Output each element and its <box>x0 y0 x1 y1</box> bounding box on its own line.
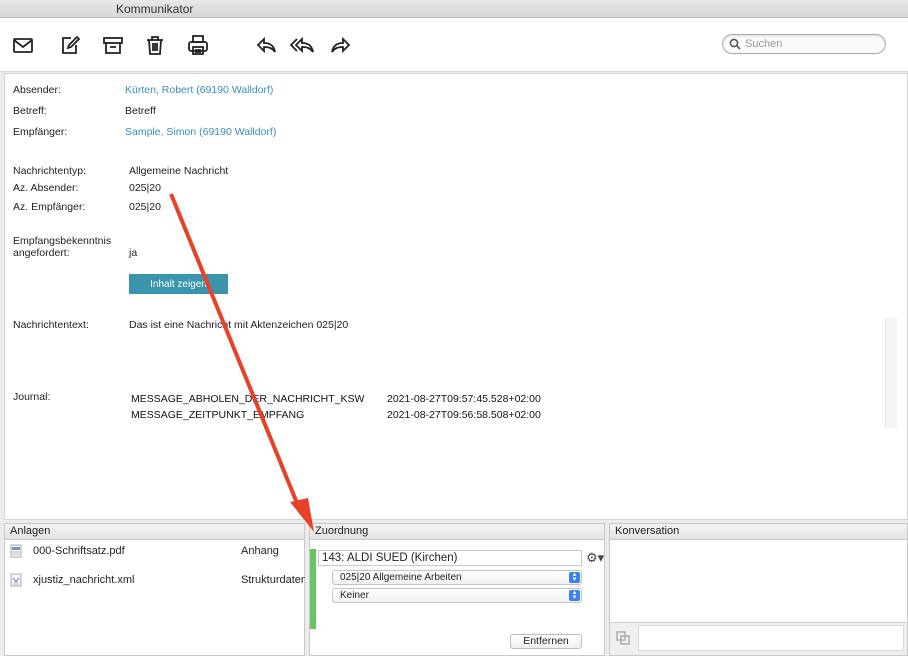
attachment-row[interactable]: xjustiz_nachricht.xml Strukturdaten <box>5 572 305 590</box>
az-empfaenger-value: 025|20 <box>129 201 161 213</box>
search-input[interactable] <box>745 36 881 52</box>
attachment-name: xjustiz_nachricht.xml <box>33 574 135 586</box>
nachrichtentext-label: Nachrichtentext: <box>13 319 89 331</box>
aktenzeichen-select-value: 025|20 Allgemeine Arbeiten <box>340 572 462 583</box>
conversation-footer <box>610 622 907 655</box>
absender-link[interactable]: Kürten, Robert (69190 Walldorf) <box>125 84 273 96</box>
print-icon[interactable] <box>186 33 210 57</box>
inhalt-zeigen-button[interactable]: Inhalt zeigen <box>129 274 228 294</box>
zuordnung-panel: Zuordnung 143: ALDI SUED (Kirchen) ⚙▾ 02… <box>309 523 605 656</box>
journal-label: Journal: <box>13 391 51 403</box>
select-stepper-icon: ▴ ▾ <box>569 589 580 601</box>
az-empfaenger-label: Az. Empfänger: <box>13 201 86 213</box>
akte-field[interactable]: 143: ALDI SUED (Kirchen) <box>318 550 582 566</box>
second-select-value: Keiner <box>340 590 369 601</box>
journal-message: MESSAGE_ABHOLEN_DER_NACHRICHT_KSW <box>131 393 365 405</box>
conversation-area <box>610 541 907 621</box>
absender-label: Absender: <box>13 84 61 96</box>
nachrichtentyp-label: Nachrichtentyp: <box>13 165 86 177</box>
select-stepper-icon: ▴ ▾ <box>569 571 580 583</box>
second-select[interactable]: Keiner ▴ ▾ <box>332 588 582 603</box>
forward-icon[interactable] <box>329 33 353 57</box>
window-title: Kommunikator <box>116 2 194 16</box>
gear-icon[interactable]: ⚙▾ <box>586 550 604 566</box>
search-icon <box>729 38 741 50</box>
xml-file-icon <box>10 573 22 587</box>
message-detail: Absender: Kürten, Robert (69190 Walldorf… <box>4 73 908 520</box>
az-absender-value: 025|20 <box>129 182 161 194</box>
bekenntnis-value: ja <box>129 247 138 259</box>
reply-icon[interactable] <box>254 33 278 57</box>
assignment-status-bar <box>310 549 316 629</box>
title-bar: Kommunikator <box>0 0 908 18</box>
attachment-type: Anhang <box>241 545 279 557</box>
konversation-header: Konversation <box>610 524 907 540</box>
journal-timestamp: 2021-08-27T09:56:58.508+02:00 <box>387 409 541 421</box>
nachrichtentyp-value: Allgemeine Nachricht <box>129 165 229 177</box>
compose-icon[interactable] <box>58 33 82 57</box>
anlagen-header: Anlagen <box>5 524 304 540</box>
entfernen-button[interactable]: Entfernen <box>510 634 582 649</box>
journal-timestamp: 2021-08-27T09:57:45.528+02:00 <box>387 393 541 405</box>
zuordnung-header: Zuordnung <box>310 524 604 540</box>
archive-icon[interactable] <box>101 33 125 57</box>
envelope-icon[interactable] <box>11 33 35 57</box>
journal-message: MESSAGE_ZEITPUNKT_EMPFANG <box>131 409 305 421</box>
reply-all-icon[interactable] <box>288 33 316 57</box>
konversation-panel: Konversation <box>609 523 908 656</box>
conversation-input[interactable] <box>638 625 904 651</box>
nachrichtentext-scrollbar[interactable] <box>885 318 897 428</box>
attachment-row[interactable]: 000-Schriftsatz.pdf Anhang <box>5 543 305 561</box>
copy-icon[interactable] <box>616 631 630 645</box>
pdf-file-icon <box>10 544 22 558</box>
toolbar <box>0 18 908 72</box>
anlagen-panel: Anlagen 000-Schriftsatz.pdf Anhang xjust… <box>4 523 305 656</box>
betreff-value: Betreff <box>125 105 156 117</box>
attachment-name: 000-Schriftsatz.pdf <box>33 545 125 557</box>
empfaenger-label: Empfänger: <box>13 126 68 138</box>
nachrichtentext-value: Das ist eine Nachricht mit Aktenzeichen … <box>129 319 349 331</box>
trash-icon[interactable] <box>143 33 167 57</box>
aktenzeichen-select[interactable]: 025|20 Allgemeine Arbeiten ▴ ▾ <box>332 570 582 585</box>
bekenntnis-label-1: Empfangsbekenntnis <box>13 235 112 247</box>
betreff-label: Betreff: <box>13 105 47 117</box>
attachment-type: Strukturdaten <box>241 574 305 586</box>
bekenntnis-label-2: angefordert: <box>13 247 70 259</box>
empfaenger-link[interactable]: Sample, Simon (69190 Walldorf) <box>125 126 276 138</box>
search-field[interactable] <box>722 34 886 54</box>
az-absender-label: Az. Absender: <box>13 182 79 194</box>
